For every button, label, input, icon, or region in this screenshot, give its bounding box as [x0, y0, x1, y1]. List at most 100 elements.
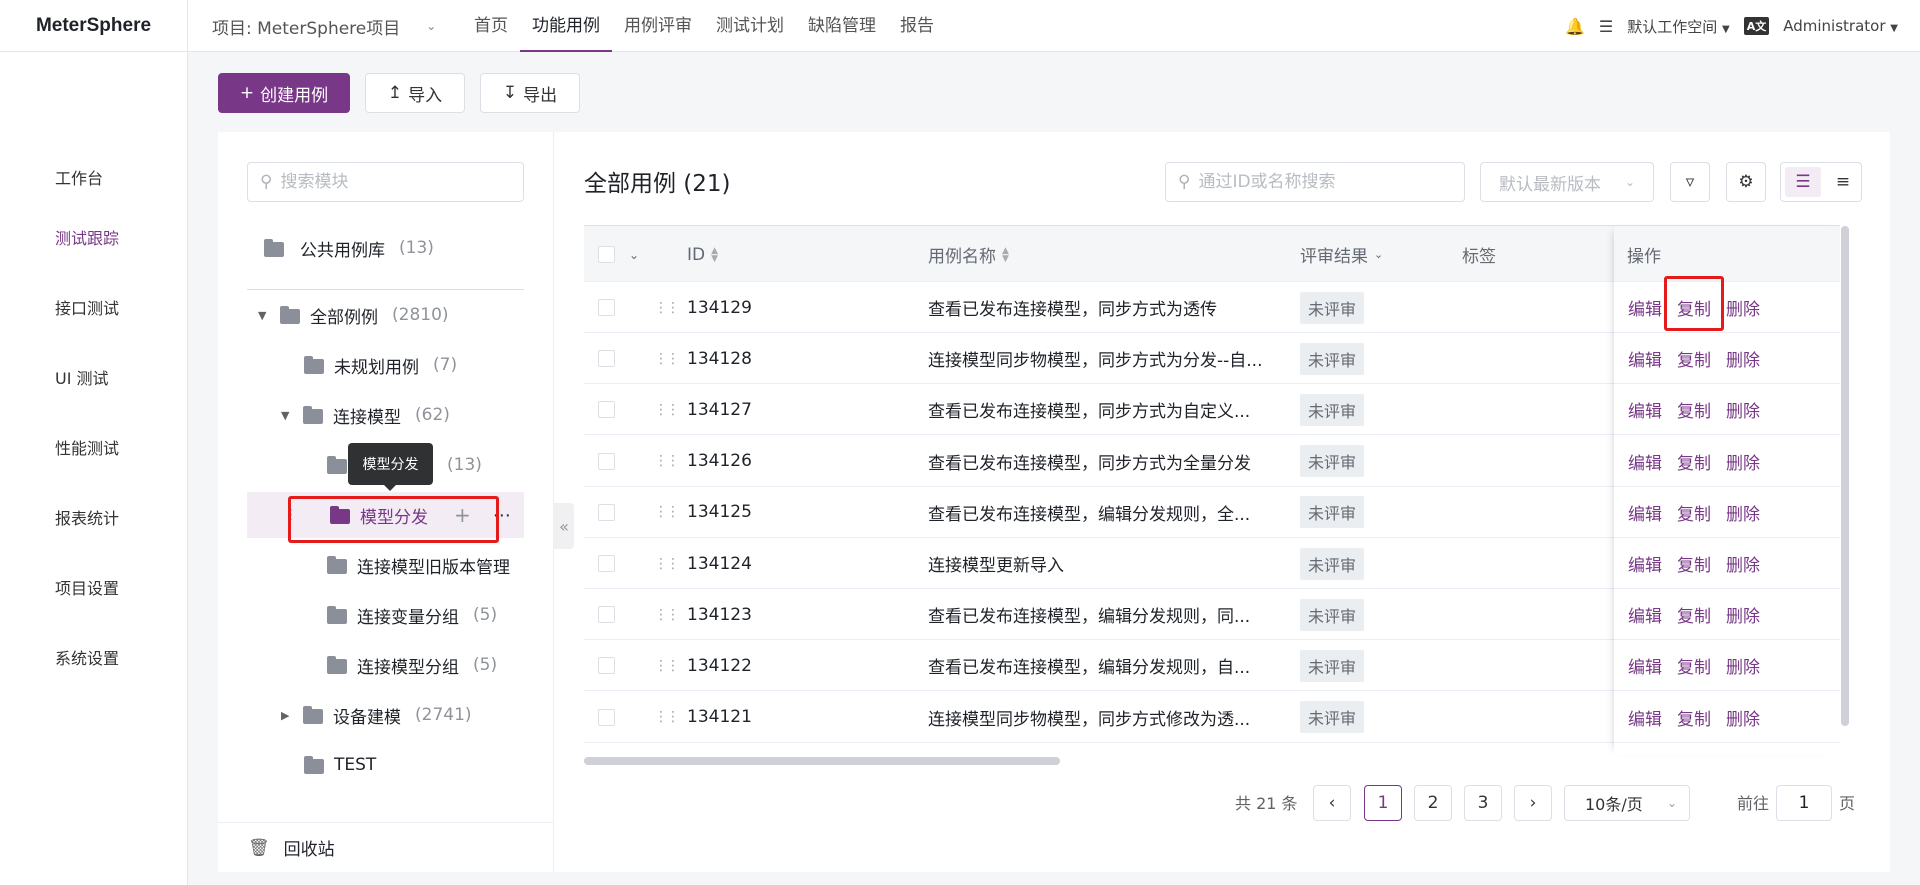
caret-right-icon[interactable]: ▶: [281, 709, 293, 722]
delete-link[interactable]: 删除: [1726, 551, 1760, 576]
delete-link[interactable]: 删除: [1726, 500, 1760, 525]
copy-link[interactable]: 复制: [1677, 397, 1711, 422]
page-1-button[interactable]: 1: [1364, 785, 1402, 821]
tree-public-library[interactable]: 公共用例库 (13): [264, 226, 434, 270]
tree-node-device[interactable]: ▶ 设备建模 (2741): [281, 693, 472, 737]
export-button[interactable]: ↧ 导出: [480, 73, 580, 113]
sort-icon[interactable]: ▲ ▼: [711, 246, 718, 263]
delete-link[interactable]: 删除: [1726, 653, 1760, 678]
case-id[interactable]: 134126: [687, 436, 752, 487]
row-checkbox[interactable]: [598, 503, 615, 521]
edit-link[interactable]: 编辑: [1628, 295, 1662, 320]
edit-link[interactable]: 编辑: [1628, 397, 1662, 422]
table-row[interactable]: ⋮⋮ 134126 查看已发布连接模型，同步方式为全量分发 未评审 编辑 复制 删除: [584, 436, 1840, 487]
table-row[interactable]: ⋮⋮ 134122 查看已发布连接模型，编辑分发规则，自... 未评审 编辑 复制 删除: [584, 640, 1840, 692]
table-row[interactable]: ⋮⋮ 134129 查看已发布连接模型，同步方式为透传 未评审 编辑 复制 删除: [584, 282, 1840, 333]
drag-handle-icon[interactable]: ⋮⋮: [654, 692, 680, 743]
filter-button[interactable]: ▿: [1670, 162, 1710, 202]
case-name[interactable]: 查看已发布连接模型，同步方式为透传: [928, 282, 1217, 333]
tree-node-unplanned[interactable]: 未规划用例 (7): [304, 343, 457, 387]
nav-test-plan[interactable]: 测试计划: [704, 0, 796, 52]
case-id[interactable]: 134127: [687, 384, 752, 435]
row-checkbox[interactable]: [598, 299, 615, 316]
copy-link[interactable]: 复制: [1677, 705, 1711, 730]
page-size-select[interactable]: 10条/页 ⌄: [1564, 785, 1690, 821]
tree-node-connect-model[interactable]: ▼ 连接模型 (62): [281, 393, 450, 437]
bell-icon[interactable]: 🔔: [1565, 17, 1585, 36]
case-id[interactable]: 134121: [687, 692, 752, 743]
chevron-down-icon[interactable]: ⌄: [629, 248, 639, 262]
nav-case-review[interactable]: 用例评审: [612, 0, 704, 52]
settings-button[interactable]: ⚙: [1726, 162, 1766, 202]
copy-link[interactable]: 复制: [1677, 449, 1711, 474]
sidebar-item-project-settings[interactable]: 项目设置: [55, 575, 119, 599]
edit-link[interactable]: 编辑: [1628, 449, 1662, 474]
delete-link[interactable]: 删除: [1726, 295, 1760, 320]
select-all-checkbox[interactable]: [598, 246, 615, 263]
edit-link[interactable]: 编辑: [1628, 346, 1662, 371]
case-search-input[interactable]: [1198, 172, 1452, 192]
case-name[interactable]: 查看已发布连接模型，编辑分发规则，全...: [928, 487, 1250, 538]
row-checkbox[interactable]: [598, 452, 615, 470]
edit-link[interactable]: 编辑: [1628, 653, 1662, 678]
module-search-input[interactable]: [280, 172, 511, 192]
table-row[interactable]: ⋮⋮ 134128 连接模型同步物模型，同步方式为分发--自... 未评审 编辑 复制 删除: [584, 333, 1840, 385]
copy-link[interactable]: 复制: [1677, 602, 1711, 627]
delete-link[interactable]: 删除: [1726, 397, 1760, 422]
collapse-left-icon[interactable]: «: [554, 503, 574, 549]
case-id[interactable]: 134125: [687, 487, 752, 538]
table-row[interactable]: ⋮⋮ 134124 连接模型更新导入 未评审 编辑 复制 删除: [584, 538, 1840, 589]
project-selector[interactable]: 项目: MeterSphere项目 ⌄: [212, 0, 436, 52]
case-name[interactable]: 连接模型同步物模型，同步方式修改为透...: [928, 692, 1250, 743]
copy-link[interactable]: 复制: [1677, 346, 1711, 371]
row-checkbox[interactable]: [598, 555, 615, 572]
column-header-name[interactable]: 用例名称 ▲ ▼: [928, 226, 1009, 283]
page-3-button[interactable]: 3: [1464, 785, 1502, 821]
copy-link[interactable]: 复制: [1677, 653, 1711, 678]
column-header-review[interactable]: 评审结果 ⌄: [1300, 226, 1383, 283]
tree-node-old-version[interactable]: 连接模型旧版本管理: [327, 543, 510, 587]
list-view-icon[interactable]: ☰: [1785, 167, 1821, 197]
drag-handle-icon[interactable]: ⋮⋮: [654, 640, 680, 691]
tree-node-test[interactable]: TEST: [304, 743, 376, 787]
edit-link[interactable]: 编辑: [1628, 705, 1662, 730]
caret-down-icon[interactable]: ▼: [281, 409, 293, 422]
delete-link[interactable]: 删除: [1726, 346, 1760, 371]
horizontal-scrollbar[interactable]: [584, 757, 1060, 765]
sidebar-item-workbench[interactable]: 工作台: [55, 165, 103, 189]
edit-link[interactable]: 编辑: [1628, 551, 1662, 576]
case-id[interactable]: 134129: [687, 282, 752, 333]
row-checkbox[interactable]: [598, 350, 615, 368]
task-list-icon[interactable]: ☰: [1599, 17, 1613, 36]
sidebar-item-system-settings[interactable]: 系统设置: [55, 645, 119, 669]
caret-down-icon[interactable]: ▼: [258, 309, 270, 322]
case-name[interactable]: 查看已发布连接模型，编辑分发规则，自...: [928, 640, 1250, 691]
sort-icon[interactable]: ▲ ▼: [1002, 246, 1009, 263]
drag-handle-icon[interactable]: ⋮⋮: [654, 384, 680, 435]
table-row[interactable]: ⋮⋮ 134125 查看已发布连接模型，编辑分发规则，全... 未评审 编辑 复制 删除: [584, 487, 1840, 538]
edit-link[interactable]: 编辑: [1628, 500, 1662, 525]
sidebar-item-reports[interactable]: 报表统计: [55, 505, 119, 529]
case-name[interactable]: 查看已发布连接模型，编辑分发规则，同...: [928, 589, 1250, 640]
delete-link[interactable]: 删除: [1726, 602, 1760, 627]
case-name[interactable]: 连接模型更新导入: [928, 538, 1064, 589]
row-checkbox[interactable]: [598, 401, 615, 419]
case-id[interactable]: 134123: [687, 589, 752, 640]
drag-handle-icon[interactable]: ⋮⋮: [654, 589, 680, 640]
delete-link[interactable]: 删除: [1726, 705, 1760, 730]
case-name[interactable]: 连接模型同步物模型，同步方式为分发--自...: [928, 333, 1262, 384]
sidebar-item-api-test[interactable]: 接口测试: [55, 295, 119, 319]
workspace-selector[interactable]: 默认工作空间 ▼: [1627, 16, 1730, 37]
drag-handle-icon[interactable]: ⋮⋮: [654, 436, 680, 487]
sidebar-item-ui-test[interactable]: UI 测试: [55, 365, 109, 389]
table-row[interactable]: ⋮⋮ 134121 连接模型同步物模型，同步方式修改为透... 未评审 编辑 复制 删除: [584, 692, 1840, 743]
case-id[interactable]: 134124: [687, 538, 752, 589]
page-2-button[interactable]: 2: [1414, 785, 1452, 821]
table-row[interactable]: ⋮⋮ 134123 查看已发布连接模型，编辑分发规则，同... 未评审 编辑 复制 删除: [584, 589, 1840, 641]
nav-home[interactable]: 首页: [462, 0, 520, 52]
copy-link[interactable]: 复制: [1677, 551, 1711, 576]
row-checkbox[interactable]: [598, 657, 615, 675]
tree-node-model-group[interactable]: 连接模型分组 (5): [327, 643, 497, 687]
tree-node-var-group[interactable]: 连接变量分组 (5): [327, 593, 497, 637]
tree-node-all[interactable]: ▼ 全部例例 (2810): [258, 293, 449, 337]
